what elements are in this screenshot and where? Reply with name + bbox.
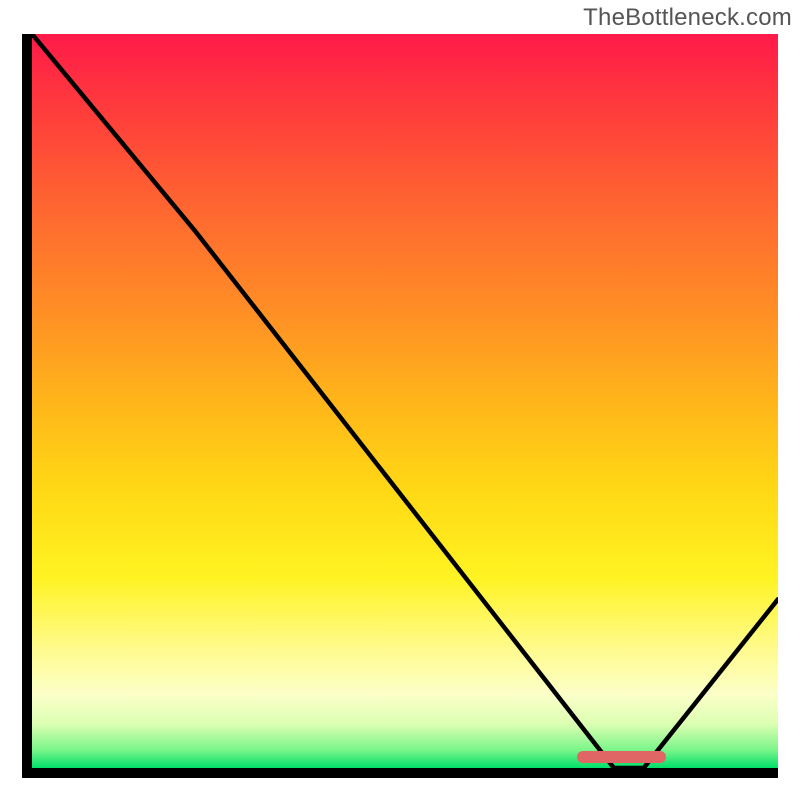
watermark-text: TheBottleneck.com	[583, 4, 792, 32]
line-curve	[32, 34, 778, 768]
curve-path	[32, 34, 778, 768]
plot-area	[22, 34, 778, 778]
optimum-marker	[577, 751, 667, 763]
chart-container: TheBottleneck.com	[0, 0, 800, 800]
